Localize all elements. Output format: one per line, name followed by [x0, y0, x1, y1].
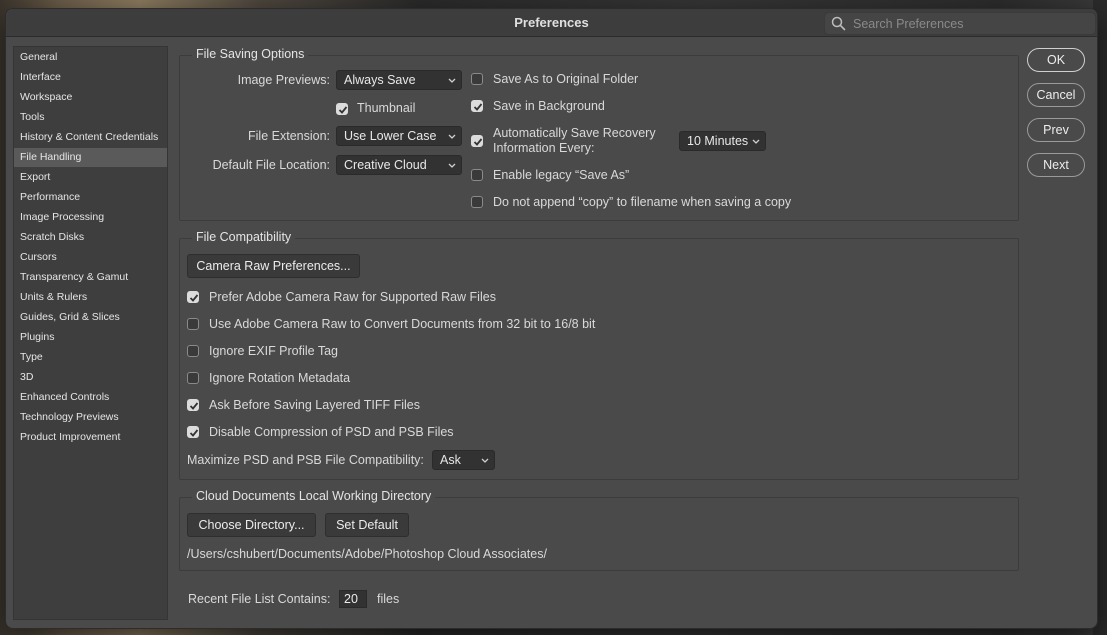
default-location-select[interactable]: Creative Cloud	[336, 155, 462, 175]
checkmark-icon	[473, 138, 483, 146]
auto-recovery-label-line1: Automatically Save Recovery	[493, 126, 656, 140]
maximize-compat-select[interactable]: Ask	[432, 450, 495, 470]
save-background-checkbox[interactable]	[471, 100, 483, 112]
cancel-button[interactable]: Cancel	[1027, 83, 1085, 107]
sidebar-item-performance[interactable]: Performance	[14, 188, 167, 207]
sidebar-item-product-improvement[interactable]: Product Improvement	[14, 428, 167, 447]
choose-directory-button[interactable]: Choose Directory...	[187, 513, 316, 537]
sidebar-item-interface[interactable]: Interface	[14, 68, 167, 87]
checkmark-icon	[189, 294, 199, 302]
default-location-value: Creative Cloud	[344, 158, 427, 172]
maximize-compat-value: Ask	[440, 453, 461, 467]
save-as-original-checkbox[interactable]	[471, 73, 483, 85]
no-copy-label: Do not append “copy” to filename when sa…	[493, 195, 792, 209]
cloud-directory-path: /Users/cshubert/Documents/Adobe/Photosho…	[187, 547, 547, 561]
save-background-label: Save in Background	[493, 99, 605, 113]
sidebar-item-tools[interactable]: Tools	[14, 108, 167, 127]
chevron-down-icon	[448, 134, 456, 139]
next-button[interactable]: Next	[1027, 153, 1085, 177]
maximize-compat-label: Maximize PSD and PSB File Compatibility:	[187, 453, 424, 467]
compat-option-label: Ask Before Saving Layered TIFF Files	[209, 398, 420, 412]
auto-recovery-select[interactable]: 10 Minutes	[679, 131, 766, 151]
prev-button[interactable]: Prev	[1027, 118, 1085, 142]
auto-recovery-value: 10 Minutes	[687, 134, 749, 148]
image-previews-label: Image Previews:	[237, 73, 330, 87]
compat-option-checkbox[interactable]	[187, 372, 199, 384]
ok-button[interactable]: OK	[1027, 48, 1085, 72]
chevron-down-icon	[448, 78, 456, 83]
recent-files-label: Recent File List Contains:	[188, 592, 331, 606]
file-extension-select[interactable]: Use Lower Case	[336, 126, 462, 146]
checkmark-icon	[189, 429, 199, 437]
image-previews-select[interactable]: Always Save	[336, 70, 462, 90]
compat-option-label: Disable Compression of PSD and PSB Files	[209, 425, 454, 439]
compat-option-label: Ignore EXIF Profile Tag	[209, 344, 339, 358]
file-saving-title: File Saving Options	[192, 47, 309, 61]
camera-raw-preferences-button[interactable]: Camera Raw Preferences...	[187, 254, 360, 278]
checkmark-icon	[189, 402, 199, 410]
compat-option-checkbox[interactable]	[187, 291, 199, 303]
compat-option-checkbox[interactable]	[187, 426, 199, 438]
auto-recovery-checkbox[interactable]	[471, 135, 483, 147]
sidebar-item-general[interactable]: General	[14, 48, 167, 67]
compat-option-checkbox[interactable]	[187, 318, 199, 330]
thumbnail-checkbox[interactable]	[336, 103, 348, 115]
sidebar-item-workspace[interactable]: Workspace	[14, 88, 167, 107]
file-extension-value: Use Lower Case	[344, 129, 437, 143]
set-default-button[interactable]: Set Default	[325, 513, 409, 537]
sidebar-item-guides-grid-slices[interactable]: Guides, Grid & Slices	[14, 308, 167, 327]
sidebar-item-history-content-credentials[interactable]: History & Content Credentials	[14, 128, 167, 147]
image-previews-value: Always Save	[344, 73, 416, 87]
checkmark-icon	[338, 106, 348, 114]
sidebar-item-image-processing[interactable]: Image Processing	[14, 208, 167, 227]
compat-option-label: Ignore Rotation Metadata	[209, 371, 351, 385]
file-extension-label: File Extension:	[248, 129, 330, 143]
default-location-label: Default File Location:	[212, 158, 330, 172]
sidebar-item-export[interactable]: Export	[14, 168, 167, 187]
sidebar-item-enhanced-controls[interactable]: Enhanced Controls	[14, 388, 167, 407]
file-compat-title: File Compatibility	[192, 230, 296, 244]
no-copy-checkbox[interactable]	[471, 196, 483, 208]
sidebar-item-plugins[interactable]: Plugins	[14, 328, 167, 347]
sidebar-item-scratch-disks[interactable]: Scratch Disks	[14, 228, 167, 247]
legacy-save-as-label: Enable legacy “Save As”	[493, 168, 630, 182]
compat-option-label: Prefer Adobe Camera Raw for Supported Ra…	[209, 290, 496, 304]
search-icon	[831, 16, 846, 31]
compat-option-checkbox[interactable]	[187, 345, 199, 357]
sidebar-item-technology-previews[interactable]: Technology Previews	[14, 408, 167, 427]
preferences-dialog: Preferences GeneralInterfaceWorkspaceToo…	[5, 8, 1098, 629]
sidebar-item-units-rulers[interactable]: Units & Rulers	[14, 288, 167, 307]
recent-files-unit: files	[377, 592, 400, 606]
chevron-down-icon	[448, 163, 456, 168]
chevron-down-icon	[481, 458, 489, 463]
chevron-down-icon	[752, 139, 760, 144]
sidebar-item-type[interactable]: Type	[14, 348, 167, 367]
compat-option-checkbox[interactable]	[187, 399, 199, 411]
checkmark-icon	[473, 103, 483, 111]
compat-option-label: Use Adobe Camera Raw to Convert Document…	[209, 317, 596, 331]
search-input[interactable]	[851, 14, 1090, 34]
legacy-save-as-checkbox[interactable]	[471, 169, 483, 181]
recent-files-input[interactable]: 20	[339, 590, 367, 608]
save-as-original-label: Save As to Original Folder	[493, 72, 639, 86]
sidebar-item-3d[interactable]: 3D	[14, 368, 167, 387]
search-box[interactable]	[824, 12, 1096, 35]
sidebar-item-transparency-gamut[interactable]: Transparency & Gamut	[14, 268, 167, 287]
sidebar: General Interface Workspace Tools History & …	[13, 46, 168, 620]
thumbnail-label: Thumbnail	[357, 101, 416, 115]
sidebar-item-cursors[interactable]: Cursors	[14, 248, 167, 267]
title-bar: Preferences	[6, 9, 1097, 37]
sidebar-item-file-handling[interactable]: File Handling	[14, 148, 167, 167]
auto-recovery-label-line2: Information Every:	[493, 141, 595, 155]
cloud-docs-title: Cloud Documents Local Working Directory	[192, 489, 436, 503]
